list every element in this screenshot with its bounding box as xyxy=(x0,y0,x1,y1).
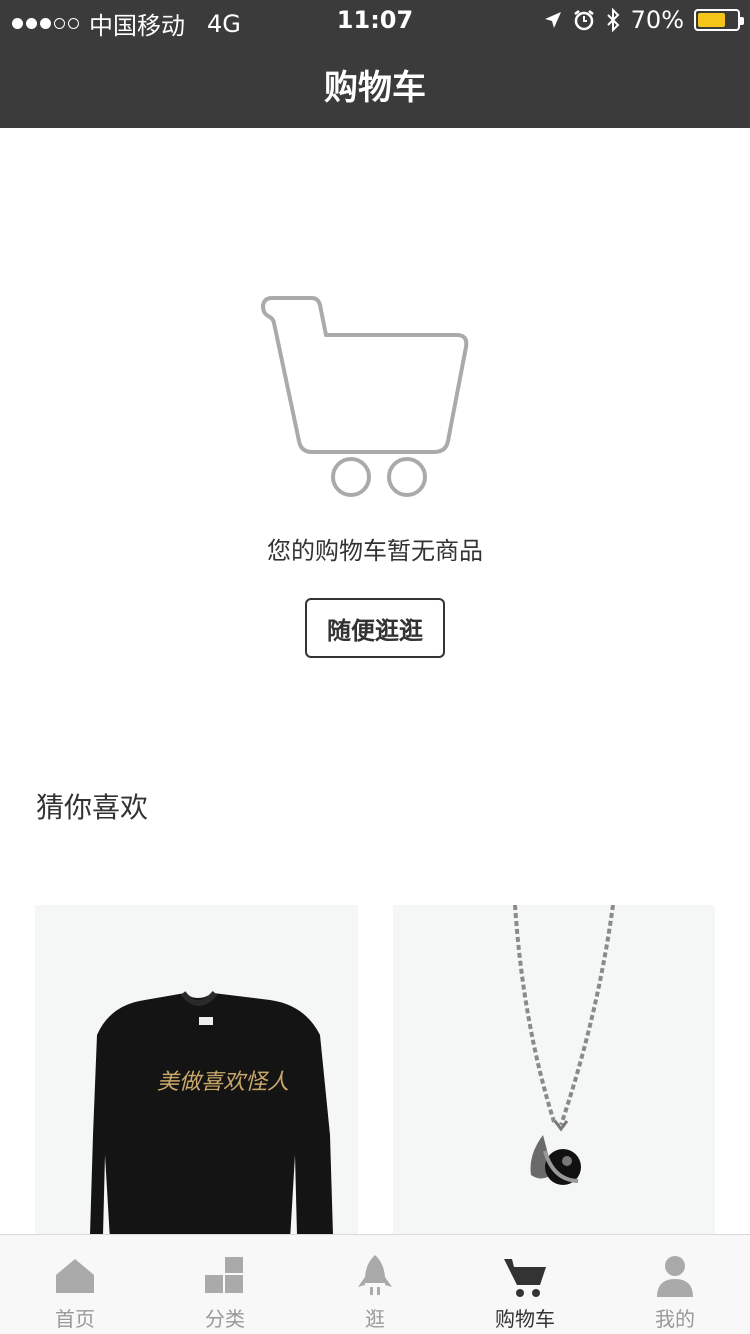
tab-home-label: 首页 xyxy=(55,1307,95,1331)
battery-fill xyxy=(698,13,725,27)
tab-category[interactable]: 分类 xyxy=(150,1235,300,1334)
status-right: 70% xyxy=(543,6,744,34)
battery-icon xyxy=(694,9,744,31)
recommend-title: 猜你喜欢 xyxy=(36,791,149,824)
product-card-necklace[interactable] xyxy=(393,905,715,1240)
cart-icon xyxy=(504,1259,546,1297)
tab-category-label: 分类 xyxy=(205,1307,245,1331)
tab-profile-label: 我的 xyxy=(655,1307,695,1331)
bluetooth-icon xyxy=(606,8,620,32)
tab-explore-label: 逛 xyxy=(365,1307,385,1331)
tab-explore[interactable]: 逛 xyxy=(300,1235,450,1334)
tab-bar: 首页 分类 逛 购物车 我的 xyxy=(0,1234,750,1334)
tab-cart-label: 购物车 xyxy=(495,1307,555,1331)
sweatshirt-print-text: 美做喜欢怪人 xyxy=(157,1070,289,1095)
nav-bar: 购物车 xyxy=(0,40,750,128)
alarm-icon xyxy=(573,10,594,31)
tab-home[interactable]: 首页 xyxy=(0,1235,150,1334)
browse-button[interactable]: 随便逛逛 xyxy=(305,598,445,658)
empty-cart-message: 您的购物车暂无商品 xyxy=(267,537,483,565)
category-icon xyxy=(205,1257,243,1293)
product-card-sweatshirt[interactable]: 美做喜欢怪人 xyxy=(35,905,358,1240)
sweatshirt-image: 美做喜欢怪人 xyxy=(90,990,333,1240)
status-bar: 中国移动 4G 11:07 70% xyxy=(0,0,750,40)
tab-cart[interactable]: 购物车 xyxy=(450,1235,600,1334)
location-arrow-icon xyxy=(544,12,561,28)
page-title: 购物车 xyxy=(324,67,426,108)
tab-profile[interactable]: 我的 xyxy=(600,1235,750,1334)
user-icon xyxy=(657,1256,693,1297)
empty-cart-section: 您的购物车暂无商品 随便逛逛 xyxy=(0,128,750,728)
battery-percentage: 70% xyxy=(630,6,684,34)
necklace-image xyxy=(513,905,615,1185)
home-icon xyxy=(56,1259,94,1293)
empty-cart-icon xyxy=(261,296,469,497)
rocket-icon xyxy=(358,1255,392,1295)
